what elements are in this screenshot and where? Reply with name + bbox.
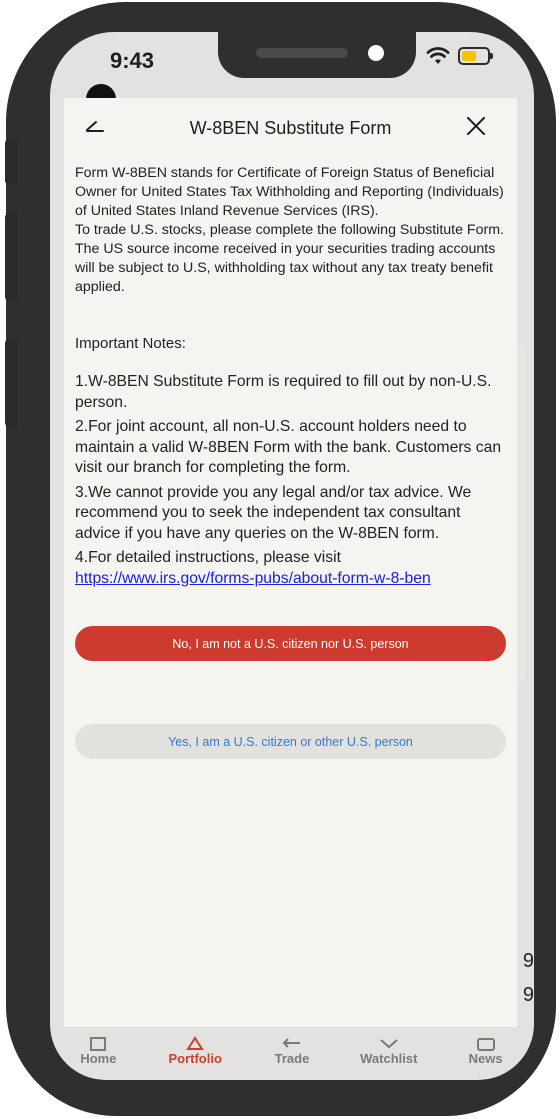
modal-title: W-8BEN Substitute Form bbox=[189, 118, 392, 138]
wifi-icon bbox=[426, 47, 450, 64]
intro-text: Form W-8BEN stands for Certificate of Fo… bbox=[64, 156, 517, 297]
note-item: 4.For detailed instructions, please visi… bbox=[75, 549, 341, 566]
not-us-person-button[interactable]: No, I am not a U.S. citizen nor U.S. per… bbox=[75, 626, 506, 661]
nav-label-watchlist: Watchlist bbox=[360, 1051, 418, 1066]
nav-item-portfolio[interactable]: Portfolio bbox=[150, 1035, 240, 1066]
notes-list: 1.W-8BEN Substitute Form is required to … bbox=[64, 352, 517, 589]
mute-switch bbox=[5, 140, 17, 184]
status-time: 9:43 bbox=[110, 48, 155, 73]
intro-paragraph-1: Form W-8BEN stands for Certificate of Fo… bbox=[75, 165, 504, 219]
trade-icon bbox=[282, 1038, 300, 1048]
nav-label-news: News bbox=[468, 1051, 503, 1066]
bottom-nav: Home Portfolio Trade Watchlist News bbox=[50, 1022, 534, 1080]
news-icon bbox=[476, 1038, 495, 1051]
watchlist-icon bbox=[380, 1039, 398, 1049]
nav-item-trade[interactable]: Trade bbox=[247, 1035, 337, 1066]
nav-item-news[interactable]: News bbox=[441, 1035, 531, 1066]
note-item: 2.For joint account, all non-U.S. accoun… bbox=[75, 418, 502, 476]
status-icons bbox=[426, 46, 493, 66]
notch bbox=[218, 32, 416, 78]
intro-paragraph-2: To trade U.S. stocks, please complete th… bbox=[75, 222, 504, 295]
modal-header: W-8BEN Substitute Form bbox=[64, 98, 517, 156]
battery-icon bbox=[458, 47, 493, 65]
nav-item-home[interactable]: Home bbox=[53, 1035, 143, 1066]
us-person-button[interactable]: Yes, I am a U.S. citizen or other U.S. p… bbox=[75, 724, 506, 759]
volume-up-button bbox=[5, 214, 17, 300]
nav-label-home: Home bbox=[80, 1051, 117, 1066]
notes-heading: Important Notes: bbox=[75, 335, 186, 352]
w8ben-modal: W-8BEN Substitute Form Form W-8BEN stand… bbox=[64, 98, 517, 1027]
close-icon[interactable] bbox=[464, 114, 488, 138]
nav-item-watchlist[interactable]: Watchlist bbox=[344, 1035, 434, 1066]
background-value: 9 bbox=[522, 984, 534, 1006]
note-item: 3.We cannot provide you any legal and/or… bbox=[75, 483, 472, 542]
irs-link[interactable]: https://www.irs.gov/forms-pubs/about-for… bbox=[75, 569, 507, 589]
home-icon bbox=[90, 1037, 107, 1051]
portfolio-icon bbox=[186, 1036, 205, 1050]
nav-label-trade: Trade bbox=[274, 1051, 310, 1066]
note-item: 1.W-8BEN Substitute Form is required to … bbox=[75, 373, 492, 411]
volume-down-button bbox=[5, 340, 17, 426]
nav-label-portfolio: Portfolio bbox=[168, 1051, 222, 1066]
background-value: 9 bbox=[522, 950, 534, 972]
camera bbox=[368, 45, 384, 61]
speaker bbox=[256, 48, 348, 58]
